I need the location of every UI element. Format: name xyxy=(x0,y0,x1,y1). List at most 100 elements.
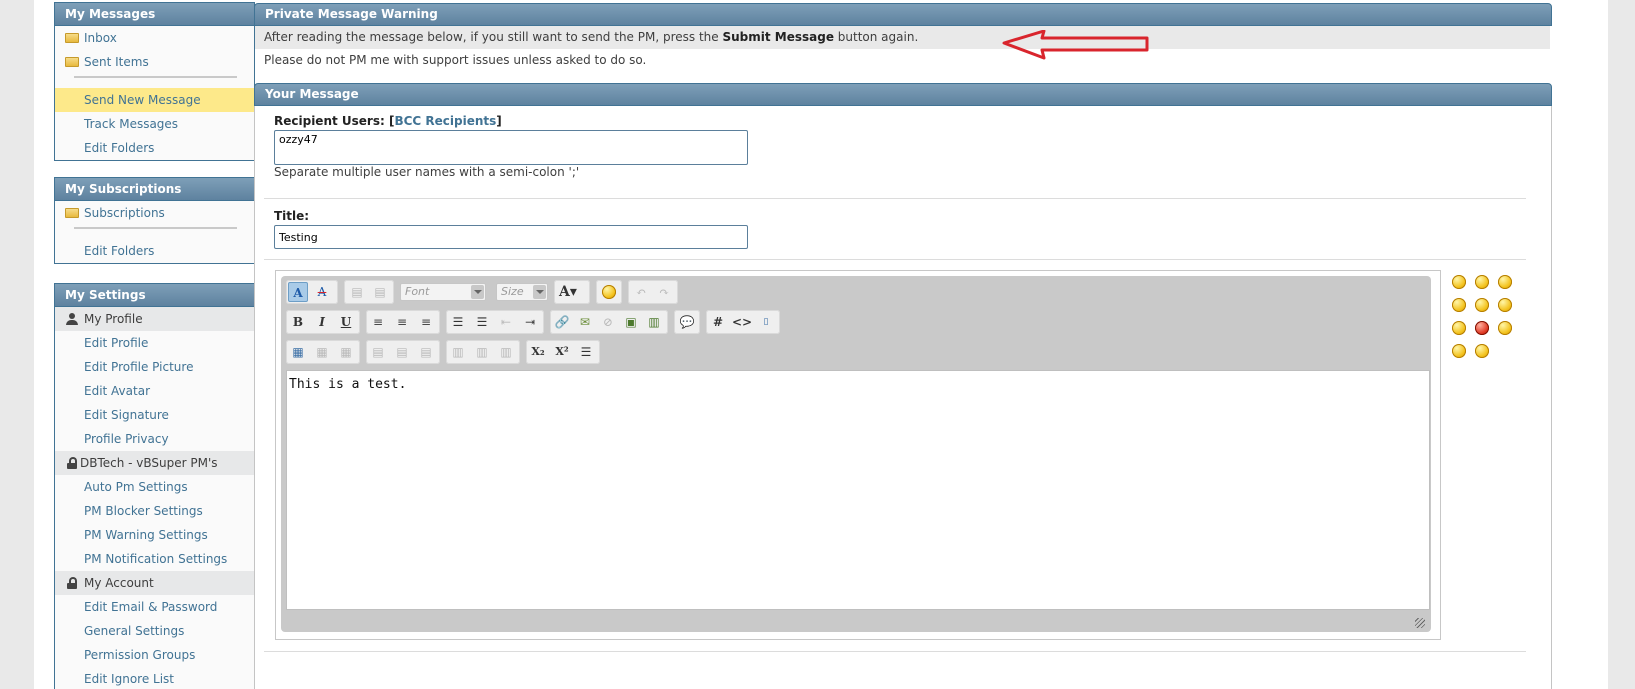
edit-ignore-list-link[interactable]: Edit Ignore List xyxy=(84,672,174,686)
hash-icon[interactable]: # xyxy=(708,312,728,332)
sidebar-item-edit-email[interactable]: Edit Email & Password xyxy=(55,595,254,619)
remove-format-icon[interactable]: A xyxy=(312,282,332,302)
subscript-icon[interactable]: X₂ xyxy=(528,342,548,362)
sidebar-item-pm-warning[interactable]: PM Warning Settings xyxy=(55,523,254,547)
grin-smiley-icon[interactable] xyxy=(1475,275,1489,289)
table-icon[interactable]: ▦ xyxy=(288,342,308,362)
wink-smiley-icon[interactable] xyxy=(1452,298,1466,312)
recipients-input[interactable]: ozzy47 xyxy=(274,130,748,165)
message-body-editor[interactable]: This is a test. xyxy=(286,370,1430,610)
code-icon[interactable]: <> xyxy=(732,312,752,332)
sidebar-item-send-new[interactable]: Send New Message xyxy=(55,88,254,112)
send-new-message-link[interactable]: Send New Message xyxy=(84,93,201,107)
smiley-picker-icon[interactable] xyxy=(602,285,616,299)
link-icon[interactable]: 🔗 xyxy=(552,312,572,332)
quote-icon[interactable]: 💬 xyxy=(677,312,697,332)
sidebar-item-edit-avatar[interactable]: Edit Avatar xyxy=(55,379,254,403)
sidebar-item-privacy[interactable]: Profile Privacy xyxy=(55,427,254,451)
delete-row-icon[interactable]: ▤ xyxy=(416,342,436,362)
ordered-list-icon[interactable]: ☰ xyxy=(448,312,468,332)
image-icon[interactable]: ▣ xyxy=(621,312,641,332)
user-icon xyxy=(66,313,78,325)
unordered-list-icon[interactable]: ☰ xyxy=(472,312,492,332)
general-settings-link[interactable]: General Settings xyxy=(84,624,184,638)
resize-handle-icon[interactable] xyxy=(1415,618,1425,628)
sent-items-link[interactable]: Sent Items xyxy=(84,55,149,69)
email-icon[interactable]: ✉ xyxy=(575,312,595,332)
indent-icon[interactable]: ⇥ xyxy=(520,312,540,332)
text-color-icon[interactable]: A▾ xyxy=(558,282,578,302)
paste-text-icon[interactable]: ▤ xyxy=(370,282,390,302)
sidebar-item-pm-notification[interactable]: PM Notification Settings xyxy=(55,547,254,571)
video-icon[interactable]: ▥ xyxy=(644,312,664,332)
sidebar-item-sub-edit-folders[interactable]: Edit Folders xyxy=(55,239,254,263)
outdent-icon[interactable]: ⇤ xyxy=(496,312,516,332)
cool-smiley-icon[interactable] xyxy=(1452,344,1466,358)
bold-icon[interactable]: B xyxy=(288,312,308,332)
superscript-icon[interactable]: X² xyxy=(552,342,572,362)
sidebar-item-subscriptions[interactable]: Subscriptions xyxy=(55,201,254,225)
pm-notification-settings-link[interactable]: PM Notification Settings xyxy=(84,552,227,566)
edit-avatar-link[interactable]: Edit Avatar xyxy=(84,384,150,398)
insert-row-below-icon[interactable]: ▤ xyxy=(392,342,412,362)
font-select[interactable]: Font xyxy=(400,283,486,301)
edit-folders-link[interactable]: Edit Folders xyxy=(84,141,154,155)
sidebar-item-general[interactable]: General Settings xyxy=(55,619,254,643)
wysiwyg-mode-icon[interactable]: A xyxy=(288,282,308,302)
pm-blocker-settings-link[interactable]: PM Blocker Settings xyxy=(84,504,203,518)
sidebar-item-pm-blocker[interactable]: PM Blocker Settings xyxy=(55,499,254,523)
track-messages-link[interactable]: Track Messages xyxy=(84,117,178,131)
edit-signature-link[interactable]: Edit Signature xyxy=(84,408,169,422)
align-left-icon[interactable]: ≡ xyxy=(368,312,388,332)
auto-pm-settings-link[interactable]: Auto Pm Settings xyxy=(84,480,188,494)
redo-icon[interactable]: ↷ xyxy=(654,282,674,302)
sidebar-item-ignore[interactable]: Edit Ignore List xyxy=(55,667,254,689)
inbox-link[interactable]: Inbox xyxy=(84,31,117,45)
sidebar-item-edit-folders[interactable]: Edit Folders xyxy=(55,136,254,160)
sidebar-item-inbox[interactable]: Inbox xyxy=(55,26,254,50)
php-icon[interactable]: ▯ xyxy=(756,312,776,332)
insert-row-above-icon[interactable]: ▤ xyxy=(368,342,388,362)
bcc-recipients-link[interactable]: BCC Recipients xyxy=(394,114,496,128)
subscriptions-link[interactable]: Subscriptions xyxy=(84,206,165,220)
sidebar-item-edit-profile[interactable]: Edit Profile xyxy=(55,331,254,355)
sidebar-item-permission[interactable]: Permission Groups xyxy=(55,643,254,667)
sidebar-item-track[interactable]: Track Messages xyxy=(55,112,254,136)
edit-profile-picture-link[interactable]: Edit Profile Picture xyxy=(84,360,193,374)
insert-col-left-icon[interactable]: ▥ xyxy=(448,342,468,362)
dbtech-heading: DBTech - vBSuper PM's xyxy=(55,451,254,475)
mad-smiley-icon[interactable] xyxy=(1475,321,1489,335)
italic-icon[interactable]: I xyxy=(312,312,332,332)
big-grin-smiley-icon[interactable] xyxy=(1498,275,1512,289)
pm-warning-settings-link[interactable]: PM Warning Settings xyxy=(84,528,208,542)
align-right-icon[interactable]: ≡ xyxy=(416,312,436,332)
sidebar-item-sent[interactable]: Sent Items xyxy=(55,50,254,74)
sidebar-item-edit-picture[interactable]: Edit Profile Picture xyxy=(55,355,254,379)
sidebar-item-edit-signature[interactable]: Edit Signature xyxy=(55,403,254,427)
edit-email-password-link[interactable]: Edit Email & Password xyxy=(84,600,217,614)
eek-smiley-icon[interactable] xyxy=(1498,321,1512,335)
profile-privacy-link[interactable]: Profile Privacy xyxy=(84,432,169,446)
subscriptions-edit-folders-link[interactable]: Edit Folders xyxy=(84,244,154,258)
table-props-icon[interactable]: ▦ xyxy=(312,342,332,362)
size-select[interactable]: Size xyxy=(496,283,548,301)
delete-col-icon[interactable]: ▥ xyxy=(496,342,516,362)
sidebar-item-auto-pm[interactable]: Auto Pm Settings xyxy=(55,475,254,499)
smile-smiley-icon[interactable] xyxy=(1475,298,1489,312)
underline-icon[interactable]: U xyxy=(336,312,356,332)
toolbar-row-2: B I U ≡ ≡ ≡ ☰ ☰ ⇤ ⇥ 🔗 ✉ ⊘ ▣ ▥ 💬 # <> ▯ xyxy=(286,310,1426,334)
undo-icon[interactable]: ↶ xyxy=(631,282,651,302)
paste-icon[interactable]: ▤ xyxy=(347,282,367,302)
confused-smiley-icon[interactable] xyxy=(1452,321,1466,335)
edit-profile-link[interactable]: Edit Profile xyxy=(84,336,148,350)
permission-groups-link[interactable]: Permission Groups xyxy=(84,648,195,662)
rolleyes-smiley-icon[interactable] xyxy=(1475,344,1489,358)
tongue-smiley-icon[interactable] xyxy=(1452,275,1466,289)
unlink-icon[interactable]: ⊘ xyxy=(598,312,618,332)
delete-table-icon[interactable]: ▦ xyxy=(336,342,356,362)
insert-col-right-icon[interactable]: ▥ xyxy=(472,342,492,362)
frown-smiley-icon[interactable] xyxy=(1498,298,1512,312)
title-input[interactable] xyxy=(274,225,748,249)
horizontal-rule-icon[interactable]: ☰ xyxy=(576,342,596,362)
align-center-icon[interactable]: ≡ xyxy=(392,312,412,332)
